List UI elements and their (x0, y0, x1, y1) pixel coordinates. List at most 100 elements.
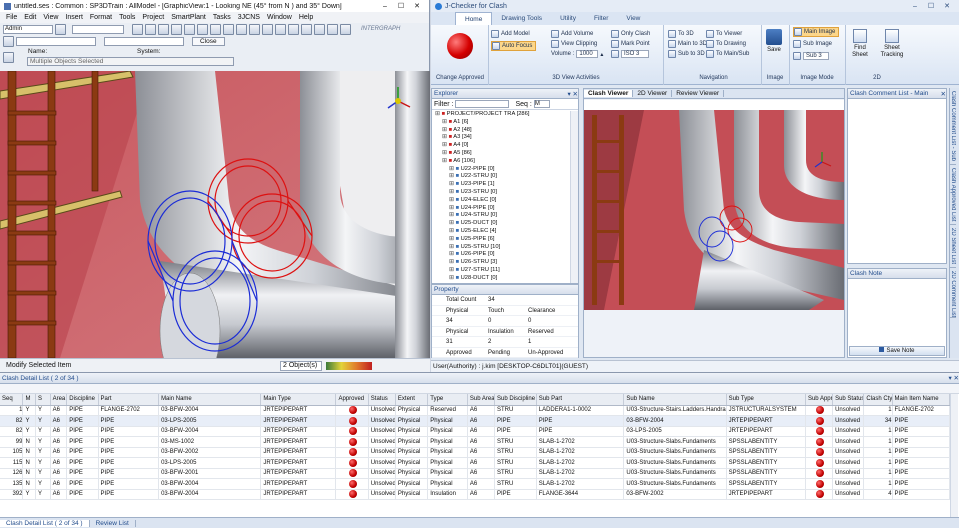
viewer-tab-clash-viewer[interactable]: Clash Viewer (584, 90, 634, 97)
iso-select[interactable]: ISO 3 (611, 49, 650, 59)
main-image-button[interactable]: Main Image (793, 27, 840, 37)
tree-node[interactable]: ⊞ ■ A4 [0] (435, 142, 570, 150)
volume-input[interactable]: 1000 (576, 50, 599, 58)
open-icon[interactable] (145, 23, 156, 35)
pan-icon[interactable] (262, 23, 273, 35)
tree-node[interactable]: ⊞ ■ U26-STRU [3] (435, 259, 570, 267)
explorer-scrollbar[interactable] (570, 111, 578, 283)
viewer-tab-2d-viewer[interactable]: 2D Viewer (633, 90, 673, 97)
jc-maximize-icon[interactable]: ☐ (923, 2, 939, 10)
viewer-tab-review-viewer[interactable]: Review Viewer (672, 90, 725, 97)
save-image-button[interactable]: Save (764, 29, 784, 53)
jc-minimize-icon[interactable]: – (907, 3, 923, 10)
menu-insert[interactable]: Insert (65, 14, 83, 21)
explorer-pin-icon[interactable]: ▾ ✕ (567, 90, 578, 98)
column-header[interactable]: Extent (395, 394, 429, 406)
auto-focus-button[interactable]: Auto Focus (491, 41, 537, 51)
find-sheet-button[interactable]: Find Sheet (847, 29, 873, 59)
to-drawing-button[interactable]: To Drawing (706, 39, 749, 49)
maximize-icon[interactable]: ☐ (393, 2, 409, 10)
detail-pin-icon[interactable]: ▾ ✕ (948, 374, 959, 382)
cut-icon[interactable] (184, 23, 195, 35)
zoom-icon[interactable] (249, 23, 260, 35)
select-icon[interactable] (236, 23, 247, 35)
sub-image-button[interactable]: Sub Image (793, 39, 839, 49)
tool-field-2[interactable] (104, 36, 184, 46)
menu-file[interactable]: File (6, 14, 17, 21)
column-header[interactable]: Main Type (260, 394, 337, 406)
side-tab[interactable]: Clash Comment List - Sub (950, 88, 956, 166)
column-header[interactable]: Sub Status (832, 394, 865, 406)
tree-node[interactable]: ⊞ ■ PROJECT/PROJECT TRA [286] (435, 111, 570, 119)
view-icon[interactable] (301, 23, 312, 35)
sheet-tracking-button[interactable]: Sheet Tracking (877, 29, 907, 59)
tool-field-1[interactable] (16, 36, 96, 46)
tree-node[interactable]: ⊞ ■ U22-STRU [0] (435, 173, 570, 181)
menu-smartplant[interactable]: SmartPlant (171, 14, 206, 21)
table-row[interactable]: 99 N Y A6 PIPE PIPE 03-MS-1002 JRTEPIPEPART Unso… (0, 436, 950, 448)
to-viewer-button[interactable]: To Viewer (706, 29, 749, 39)
tree-node[interactable]: ⊞ ■ U24-STRU [0] (435, 212, 570, 220)
tree-node[interactable]: ⊞ ■ A6 [106] (435, 158, 570, 166)
only-clash-button[interactable]: Only Clash (611, 29, 650, 39)
tree-node[interactable]: ⊞ ■ U25-STRU [10] (435, 244, 570, 252)
role-select[interactable]: Admin (3, 24, 53, 34)
column-header[interactable]: Sub Type (726, 394, 806, 406)
table-row[interactable]: 82 Y Y A6 PIPE PIPE 03-LPS-2005 JRTEPIPEPART Uns… (0, 415, 950, 427)
column-header[interactable]: Sub Discipline (494, 394, 537, 406)
column-header[interactable]: Type (427, 394, 468, 406)
table-row[interactable]: 105 N Y A6 PIPE PIPE 03-BFW-2002 JRTEPIPEPART Un… (0, 447, 950, 458)
table-row[interactable]: 82 Y Y A6 PIPE PIPE 03-BFW-2004 JRTEPIPEPART Uns… (0, 426, 950, 437)
menu-tasks[interactable]: Tasks (213, 14, 231, 21)
table-row[interactable]: 126 N Y A6 PIPE PIPE 03-BFW-2001 JRTEPIPEPART Un… (0, 468, 950, 479)
view-clipping-button[interactable]: View Clipping (551, 39, 603, 49)
seq-select[interactable]: M (533, 100, 550, 108)
ribbon-tab-utility[interactable]: Utility (551, 12, 585, 25)
sub-to-3d-button[interactable]: Sub to 3D (668, 49, 707, 59)
add-model-button[interactable]: Add Model (491, 29, 536, 39)
render-icon[interactable] (314, 23, 325, 35)
graphic-view-3d[interactable] (0, 71, 430, 358)
tree-node[interactable]: ⊞ ■ U28-DUCT [0] (435, 275, 570, 283)
sub3-select[interactable]: Sub 3 (793, 51, 839, 61)
column-header[interactable]: Sub Name (623, 394, 727, 406)
filter-input[interactable] (455, 100, 510, 108)
refresh-icon[interactable] (340, 23, 351, 35)
tree-node[interactable]: ⊞ ■ U22-PIPE [0] (435, 166, 570, 174)
menu-tools[interactable]: Tools (119, 14, 135, 21)
menu-help[interactable]: Help (299, 14, 313, 21)
clash-comment-close-icon[interactable]: ✕ (941, 90, 946, 98)
select-tool-icon[interactable] (3, 35, 14, 47)
tree-node[interactable]: ⊞ ■ A1 [6] (435, 119, 570, 127)
properties-icon[interactable] (3, 52, 14, 63)
sp3d-select-2[interactable] (72, 24, 124, 34)
menu-format[interactable]: Format (90, 14, 112, 21)
tree-node[interactable]: ⊞ ■ U25-ELEC [4] (435, 228, 570, 236)
tree-node[interactable]: ⊞ ■ U25-PIPE [6] (435, 236, 570, 244)
side-tab[interactable]: Clash Approved List (950, 165, 956, 226)
column-header[interactable]: Sub Part (536, 394, 625, 406)
undo-icon[interactable] (223, 23, 234, 35)
column-header[interactable]: Main Name (158, 394, 262, 406)
paste-icon[interactable] (210, 23, 221, 35)
tree-node[interactable]: ⊞ ■ A5 [86] (435, 150, 570, 158)
column-header[interactable]: Part (98, 394, 160, 406)
column-header[interactable]: Main Item Name (892, 394, 950, 406)
role-dropdown-icon[interactable] (55, 23, 66, 35)
side-tab[interactable]: 2D Sheet List (950, 225, 956, 269)
to-main-sub-button[interactable]: To Main/Sub (706, 49, 749, 59)
column-header[interactable]: Sub Area (467, 394, 496, 406)
bottom-tab[interactable]: Clash Detail List ( 2 of 34 ) (0, 519, 90, 527)
rotate-icon[interactable] (275, 23, 286, 35)
ribbon-tab-view[interactable]: View (617, 12, 649, 25)
multi-select-field[interactable]: Multiple Objects Selected (27, 57, 234, 66)
column-header[interactable]: Status (368, 394, 396, 406)
clash-viewer-image[interactable] (584, 100, 844, 310)
minimize-icon[interactable]: – (377, 3, 393, 10)
table-row[interactable]: 135 N Y A6 PIPE PIPE 03-BFW-2004 JRTEPIPEPART Un… (0, 478, 950, 490)
menu-3jcns[interactable]: 3JCNS (238, 14, 260, 21)
save-icon[interactable] (158, 23, 169, 35)
ribbon-tab-drawing-tools[interactable]: Drawing Tools (492, 12, 551, 25)
column-header[interactable]: Clash Cty (863, 394, 893, 406)
save-note-button[interactable]: Save Note (849, 346, 945, 356)
